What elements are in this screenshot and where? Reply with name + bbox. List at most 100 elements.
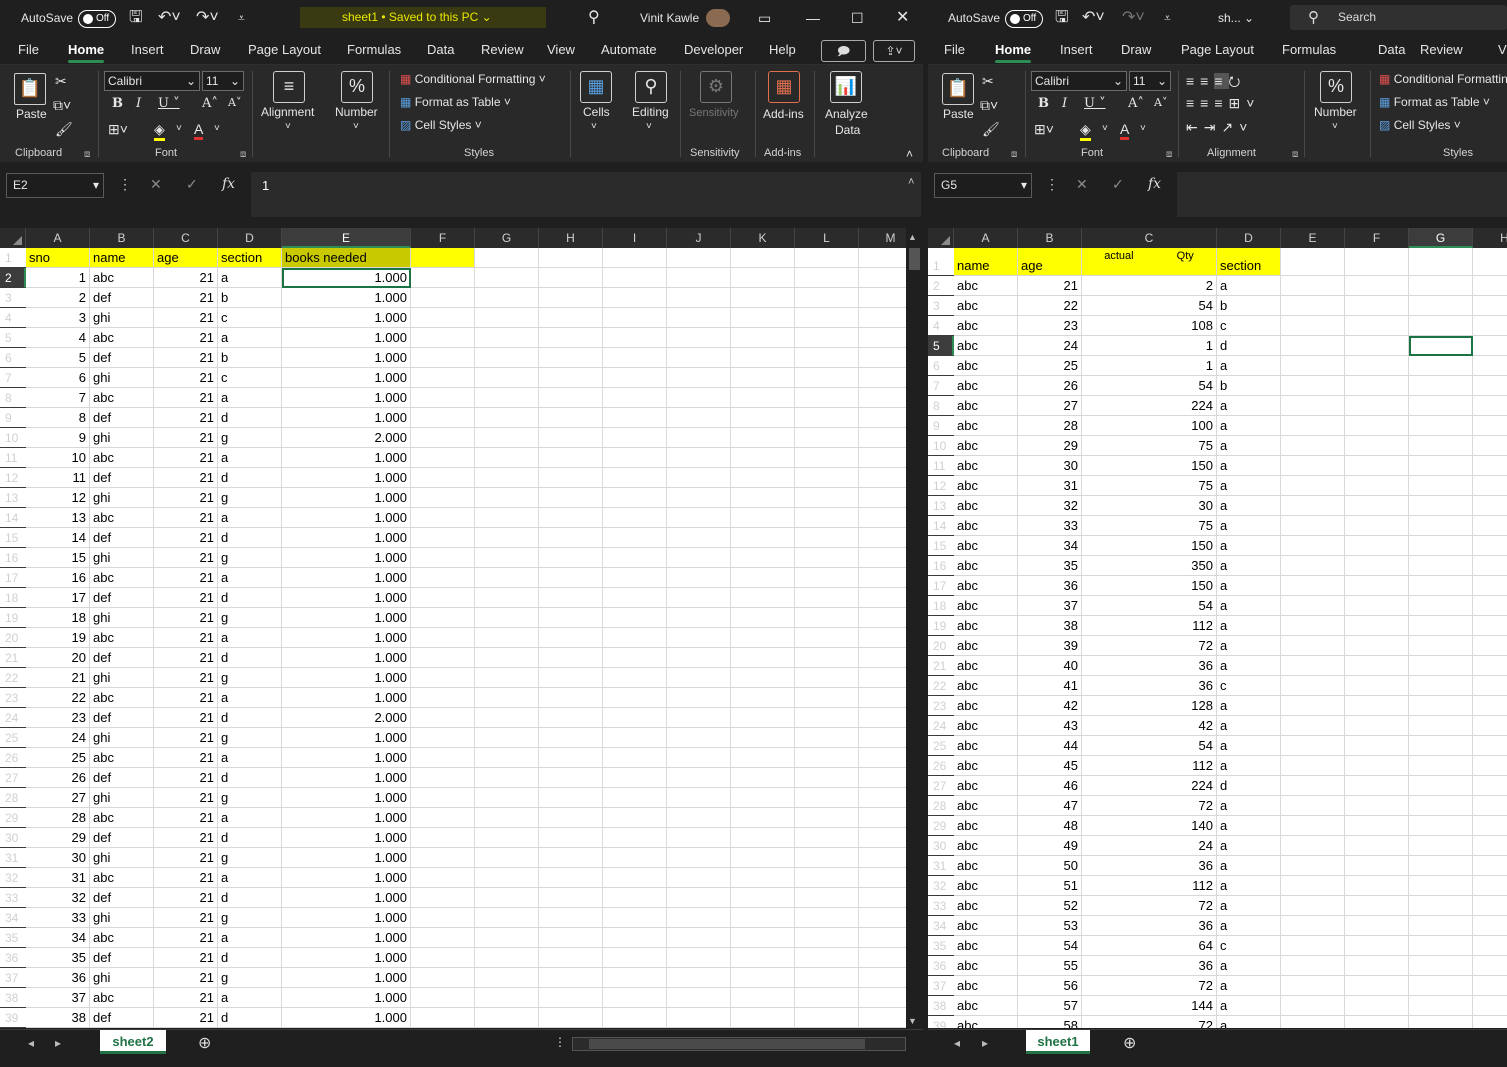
row-header[interactable]: 33 xyxy=(928,896,954,916)
row-header[interactable]: 8 xyxy=(0,388,26,408)
undo-icon[interactable]: ↶˅ xyxy=(1082,0,1105,36)
save-icon[interactable]: 🖫 xyxy=(1055,0,1069,36)
cell[interactable]: ghi xyxy=(90,428,154,448)
cell[interactable]: abc xyxy=(954,696,1018,716)
cut-icon[interactable]: ✂ xyxy=(982,73,994,90)
cell[interactable] xyxy=(1281,656,1345,676)
cell[interactable] xyxy=(1409,276,1473,296)
row-header[interactable]: 26 xyxy=(928,756,954,776)
cell[interactable]: abc xyxy=(954,296,1018,316)
cell[interactable] xyxy=(731,648,795,668)
column-header[interactable]: M xyxy=(859,228,906,248)
cell[interactable] xyxy=(1345,916,1409,936)
column-header[interactable]: H xyxy=(1473,228,1507,248)
cell[interactable] xyxy=(539,328,603,348)
cell[interactable] xyxy=(1409,916,1473,936)
cell[interactable]: abc xyxy=(954,336,1018,356)
sheet-tab[interactable]: sheet2 xyxy=(100,1030,166,1054)
conditional-formatting-button[interactable]: ▦ Conditional Formatting xyxy=(1379,72,1507,86)
cell[interactable] xyxy=(731,668,795,688)
cell[interactable]: 36 xyxy=(26,968,90,988)
cell[interactable] xyxy=(411,448,475,468)
cell[interactable]: 64 xyxy=(1082,936,1217,956)
cell[interactable] xyxy=(667,608,731,628)
editing-icon[interactable]: ⚲ xyxy=(635,71,667,103)
column-header[interactable]: G xyxy=(1409,228,1473,248)
cell[interactable] xyxy=(1345,896,1409,916)
cell[interactable]: 108 xyxy=(1082,316,1217,336)
cell[interactable]: 75 xyxy=(1082,476,1217,496)
cell[interactable] xyxy=(411,328,475,348)
row-header[interactable]: 35 xyxy=(0,928,26,948)
cell[interactable] xyxy=(859,288,906,308)
cell[interactable]: a xyxy=(218,388,282,408)
cell[interactable]: ghi xyxy=(90,608,154,628)
cell[interactable]: 1.000 xyxy=(282,528,411,548)
tab-home[interactable]: Home xyxy=(995,36,1032,64)
cell[interactable]: def xyxy=(90,828,154,848)
cell[interactable] xyxy=(1473,916,1507,936)
cell[interactable]: abc xyxy=(954,596,1018,616)
cell[interactable]: 1.000 xyxy=(282,928,411,948)
cell[interactable]: ghi xyxy=(90,308,154,328)
tab-home[interactable]: Home xyxy=(68,36,105,64)
cell[interactable] xyxy=(539,428,603,448)
cell[interactable]: d xyxy=(218,648,282,668)
chevron-down-icon[interactable]: ˅ xyxy=(646,121,652,132)
cell[interactable] xyxy=(539,888,603,908)
cell[interactable] xyxy=(411,368,475,388)
cell[interactable] xyxy=(1473,836,1507,856)
conditional-formatting-button[interactable]: ▦ Conditional Formatting ˅ xyxy=(400,72,546,86)
alignment-label[interactable]: Alignment xyxy=(261,105,314,119)
cell[interactable]: def xyxy=(90,768,154,788)
cell[interactable]: abc xyxy=(954,756,1018,776)
cell[interactable] xyxy=(475,248,539,268)
row-header[interactable]: 36 xyxy=(0,948,26,968)
cell[interactable]: 21 xyxy=(154,968,218,988)
cell[interactable]: 40 xyxy=(1018,656,1082,676)
cell-styles-button[interactable]: ▨ Cell Styles ˅ xyxy=(1379,118,1461,132)
tab-view[interactable]: View xyxy=(1498,36,1507,64)
cell[interactable]: g xyxy=(218,428,282,448)
cell[interactable] xyxy=(475,928,539,948)
cell[interactable]: 28 xyxy=(26,808,90,828)
new-sheet-icon[interactable]: ⊕ xyxy=(1123,1033,1136,1053)
row-header[interactable]: 12 xyxy=(928,476,954,496)
cell[interactable] xyxy=(859,508,906,528)
cell[interactable] xyxy=(1281,756,1345,776)
cell[interactable]: g xyxy=(218,608,282,628)
cell[interactable] xyxy=(795,588,859,608)
cell[interactable] xyxy=(859,628,906,648)
cell[interactable] xyxy=(859,1008,906,1028)
add-ins-icon[interactable]: ▦ xyxy=(768,71,800,103)
cell[interactable]: abc xyxy=(954,796,1018,816)
cell[interactable] xyxy=(1473,456,1507,476)
column-header[interactable]: L xyxy=(795,228,859,248)
redo-icon[interactable]: ↷˅ xyxy=(196,0,219,36)
cell[interactable]: 36 xyxy=(1082,956,1217,976)
insert-function-icon[interactable]: fx xyxy=(1148,176,1161,192)
cell[interactable]: 47 xyxy=(1018,796,1082,816)
cell[interactable]: g xyxy=(218,668,282,688)
cell[interactable]: abc xyxy=(954,996,1018,1016)
cell[interactable]: 24 xyxy=(1018,336,1082,356)
cell[interactable]: ghi xyxy=(90,488,154,508)
cell[interactable]: 36 xyxy=(1018,576,1082,596)
cell[interactable] xyxy=(1409,816,1473,836)
cell[interactable] xyxy=(475,328,539,348)
cell[interactable] xyxy=(411,268,475,288)
cell[interactable]: 75 xyxy=(1082,436,1217,456)
row-header[interactable]: 39 xyxy=(928,1016,954,1028)
underline-button[interactable]: U ˅ xyxy=(158,96,180,111)
cell[interactable] xyxy=(411,748,475,768)
cell[interactable]: 72 xyxy=(1082,636,1217,656)
cell[interactable] xyxy=(667,348,731,368)
cell[interactable]: 1.000 xyxy=(282,848,411,868)
cell[interactable]: a xyxy=(1217,436,1281,456)
cell[interactable]: a xyxy=(1217,516,1281,536)
cell[interactable] xyxy=(603,708,667,728)
cell[interactable] xyxy=(1409,636,1473,656)
cell[interactable]: a xyxy=(218,688,282,708)
decrease-font-icon[interactable]: A˅ xyxy=(1154,96,1167,109)
cell[interactable] xyxy=(539,388,603,408)
